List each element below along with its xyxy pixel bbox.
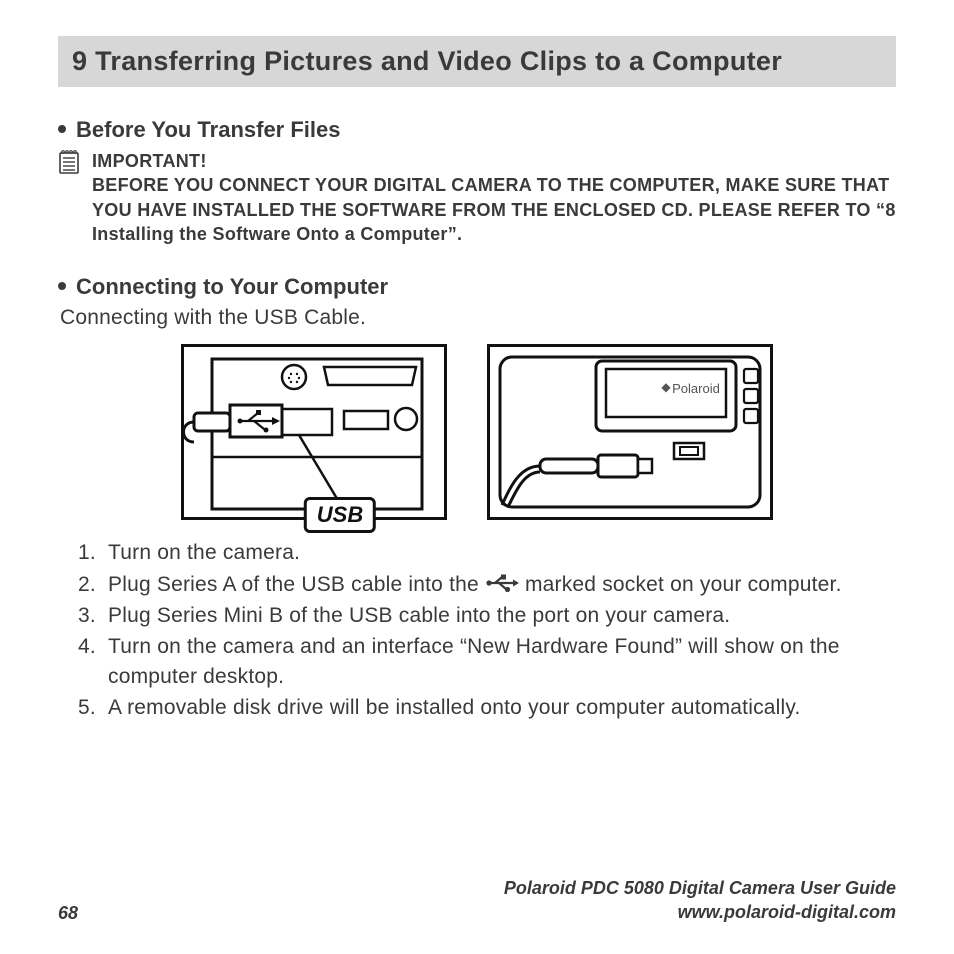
section-sub-line: Connecting with the USB Cable. [60, 306, 896, 330]
step-item: Turn on the camera. [102, 538, 896, 567]
section-connecting: Connecting to Your Computer [58, 274, 896, 300]
bullet-icon [58, 282, 66, 290]
step-item: A removable disk drive will be installed… [102, 693, 896, 722]
section-before-transfer: Before You Transfer Files [58, 117, 896, 143]
important-note: IMPORTANT! BEFORE YOU CONNECT YOUR DIGIT… [58, 149, 896, 246]
bullet-icon [58, 125, 66, 133]
step-item: Plug Series Mini B of the USB cable into… [102, 601, 896, 630]
figures-row: USB ◆ Polaroid [58, 344, 896, 520]
section-heading-text: Connecting to Your Computer [76, 274, 388, 299]
manual-page: 9 Transferring Pictures and Video Clips … [0, 0, 954, 954]
chapter-title: 9 Transferring Pictures and Video Clips … [58, 36, 896, 87]
step-text-b: marked socket on your computer. [519, 573, 842, 596]
important-body: BEFORE YOU CONNECT YOUR DIGITAL CAMERA T… [92, 173, 896, 246]
page-footer: 68 Polaroid PDC 5080 Digital Camera User… [58, 877, 896, 924]
footer-right: Polaroid PDC 5080 Digital Camera User Gu… [504, 877, 896, 924]
usb-callout-label: USB [304, 497, 376, 533]
steps-list: Turn on the camera. Plug Series A of the… [58, 538, 896, 722]
notepad-icon [58, 149, 80, 175]
important-text: IMPORTANT! BEFORE YOU CONNECT YOUR DIGIT… [92, 149, 896, 246]
step-text-a: Plug Series A of the USB cable into the [108, 573, 485, 596]
figure-camera-usb: ◆ Polaroid [487, 344, 773, 520]
footer-url: www.polaroid-digital.com [504, 901, 896, 924]
step-item: Turn on the camera and an interface “New… [102, 632, 896, 691]
footer-guide-title: Polaroid PDC 5080 Digital Camera User Gu… [504, 877, 896, 900]
svg-text:◆: ◆ [661, 380, 671, 394]
page-number: 68 [58, 903, 78, 924]
important-label: IMPORTANT! [92, 149, 896, 173]
usb-icon [485, 574, 519, 592]
figure-computer-usb: USB [181, 344, 447, 520]
brand-label: Polaroid [672, 381, 720, 396]
step-item: Plug Series A of the USB cable into the … [102, 570, 896, 599]
section-heading-text: Before You Transfer Files [76, 117, 341, 142]
